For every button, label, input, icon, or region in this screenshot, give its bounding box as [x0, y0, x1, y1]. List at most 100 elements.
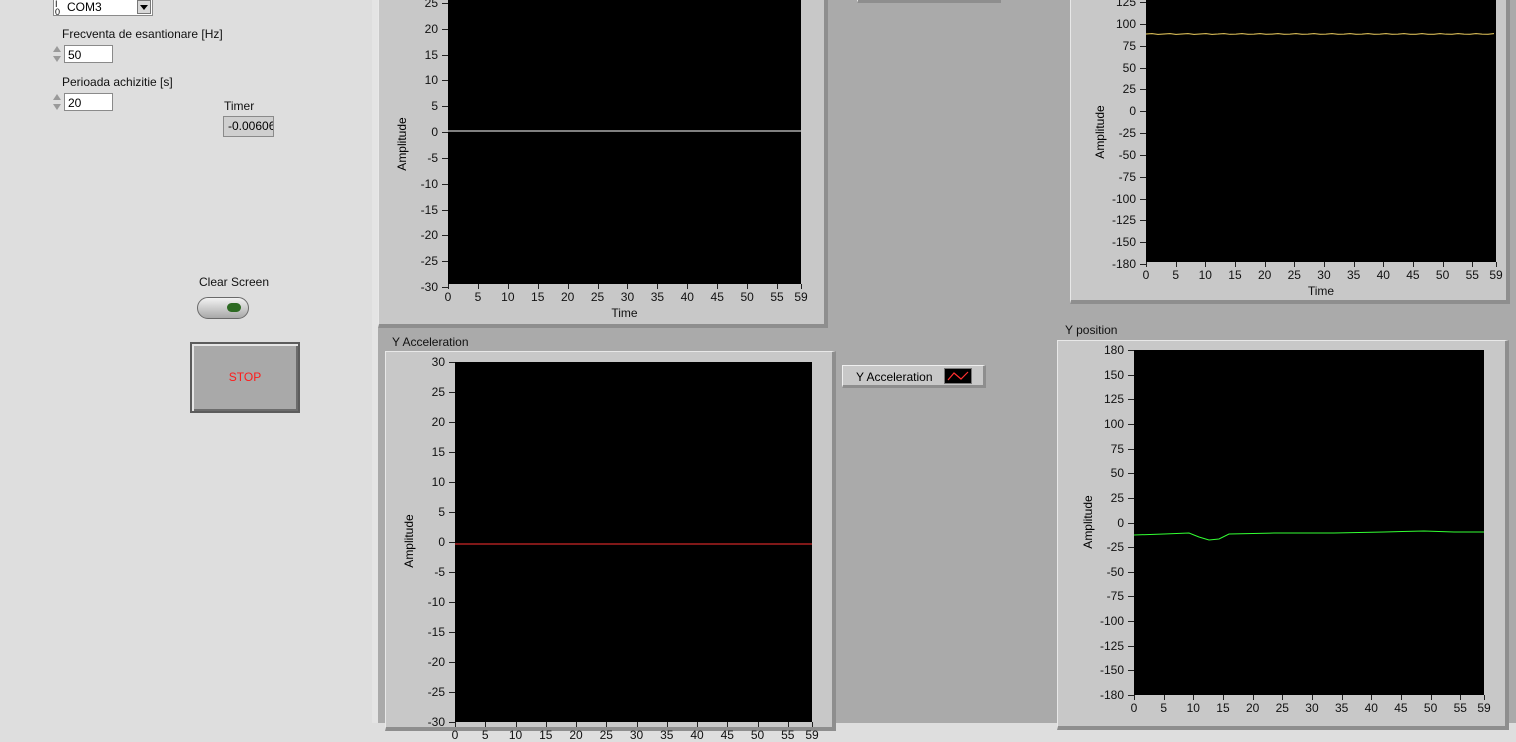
y-tick-label: 75: [1110, 441, 1124, 456]
x-tick-label: 5: [481, 728, 489, 742]
x-tick-label: 0: [1130, 701, 1138, 715]
y-tick-label: -125: [1099, 638, 1124, 653]
y-tick-label: -100: [1099, 614, 1124, 629]
y-tick-mark: [449, 662, 455, 663]
graph-top-right: 125 100 75 50 25 0 -25 -50 -75 -100 -125 -150 -180 0 5…: [1078, 0, 1508, 305]
y-tick-mark: [449, 542, 455, 543]
y-tick-label: 10: [431, 475, 445, 489]
plot-legend[interactable]: Y Acceleration: [842, 365, 986, 388]
y-tick-mark: [1140, 242, 1146, 244]
x-tick-label: 59: [1477, 701, 1491, 715]
y-tick-label: -25: [427, 685, 445, 699]
x-tick-mark: [1294, 262, 1296, 267]
decrement-icon[interactable]: [53, 56, 61, 62]
y-tick-mark: [442, 28, 448, 30]
x-tick-label: 20: [1245, 701, 1260, 715]
period-input[interactable]: 20: [64, 93, 113, 111]
legend-swatch[interactable]: [944, 368, 972, 384]
y-tick-mark: [1128, 497, 1134, 499]
y-tick-label: -180: [1099, 688, 1124, 702]
decrement-icon[interactable]: [53, 104, 61, 110]
y-tick-mark: [1128, 547, 1134, 549]
sampling-input[interactable]: 50: [64, 45, 113, 63]
y-tick-mark: [449, 632, 455, 633]
x-tick-label: 35: [1346, 268, 1361, 282]
com-port-select[interactable]: I0 COM3: [53, 0, 153, 17]
sampling-spinner[interactable]: [52, 44, 62, 66]
y-tick-mark: [449, 362, 455, 363]
x-tick-mark: [448, 284, 449, 289]
y-tick-mark: [1128, 473, 1134, 475]
x-tick-label: 0: [444, 290, 452, 304]
y-tick-label: 75: [1122, 38, 1136, 53]
y-tick-label: -125: [1111, 213, 1136, 228]
plot-area[interactable]: [448, 0, 801, 284]
x-tick-label: 55: [1465, 268, 1479, 282]
x-tick-label: 25: [599, 728, 613, 742]
x-tick-label: 0: [451, 728, 459, 742]
stop-button[interactable]: STOP: [190, 342, 300, 413]
x-tick-label: 35: [660, 728, 674, 742]
x-tick-mark: [1311, 695, 1313, 700]
x-tick-mark: [537, 284, 539, 289]
y-tick-label: 25: [424, 0, 438, 10]
x-tick-label: 10: [1198, 268, 1212, 282]
y-axis-label: Amplitude: [1081, 494, 1095, 549]
x-tick-mark: [507, 284, 509, 289]
x-tick-label: 45: [710, 290, 724, 304]
x-tick-label: 10: [508, 728, 523, 742]
increment-icon[interactable]: [53, 46, 61, 52]
legend-stub: [857, 0, 1001, 3]
y-tick-mark: [1128, 621, 1134, 623]
x-tick-label: 40: [680, 290, 694, 304]
increment-icon[interactable]: [53, 94, 61, 100]
y-axis-label: Amplitude: [402, 514, 416, 568]
x-tick-label: 30: [1317, 268, 1331, 282]
y-tick-mark: [442, 3, 448, 4]
plot-area[interactable]: [1134, 350, 1484, 695]
x-tick-label: 45: [1406, 268, 1420, 282]
x-tick-mark: [1175, 262, 1177, 267]
period-spinner[interactable]: [52, 92, 62, 114]
y-tick-mark: [1128, 571, 1134, 573]
graph-y-position: 180 150 125 100 75 50 25 0 -25 -50 -75 -100 -125 -150…: [1064, 343, 1504, 723]
y-tick-mark: [1140, 23, 1146, 25]
x-tick-label: 25: [590, 290, 605, 304]
graph-y-acceleration: 30 25 20 15 10 5 0 -5 -10 -15 -20 -25 -30 0 5 10 15 20 25 3…: [392, 355, 822, 742]
plot-area[interactable]: [455, 362, 812, 722]
x-tick-label: 15: [1216, 701, 1230, 715]
y-tick-label: 20: [424, 21, 438, 36]
y-tick-mark: [1140, 111, 1146, 113]
control-panel: I0 COM3 Frecventa de esantionare [Hz] 50…: [0, 0, 372, 723]
x-tick-mark: [1282, 695, 1284, 700]
x-tick-label: 45: [720, 728, 734, 742]
x-tick-label: 40: [1364, 701, 1378, 715]
clear-screen-toggle[interactable]: [197, 297, 249, 319]
plot-area[interactable]: [1146, 0, 1496, 262]
timer-display: -0.00606: [223, 116, 274, 137]
sampling-label: Frecventa de esantionare [Hz]: [62, 27, 223, 41]
dropdown-button[interactable]: [137, 0, 151, 14]
x-tick-mark: [1193, 695, 1195, 700]
y-tick-label: -30: [427, 715, 445, 729]
io-icon: I0: [55, 0, 61, 17]
x-tick-mark: [1442, 262, 1444, 267]
y-tick-label: 150: [1103, 367, 1124, 382]
y-tick-mark: [442, 235, 448, 237]
y-tick-mark: [442, 261, 448, 263]
y-tick-label: -100: [1111, 191, 1136, 206]
x-tick-label: 55: [1453, 701, 1467, 715]
x-tick-label: 50: [1435, 268, 1450, 282]
y-tick-mark: [442, 54, 448, 56]
x-tick-label: 15: [531, 290, 545, 304]
y-tick-label: 25: [431, 385, 445, 399]
y-tick-mark: [1128, 374, 1134, 376]
x-tick-label: 35: [650, 290, 665, 304]
trace: [455, 543, 812, 545]
y-tick-mark: [1128, 596, 1134, 598]
x-tick-label: 5: [1172, 268, 1179, 282]
graph-title-y-acceleration: Y Acceleration: [392, 335, 469, 349]
x-tick-mark: [1222, 695, 1224, 700]
x-tick-label: 25: [1275, 701, 1289, 715]
x-tick-label: 59: [794, 290, 808, 304]
